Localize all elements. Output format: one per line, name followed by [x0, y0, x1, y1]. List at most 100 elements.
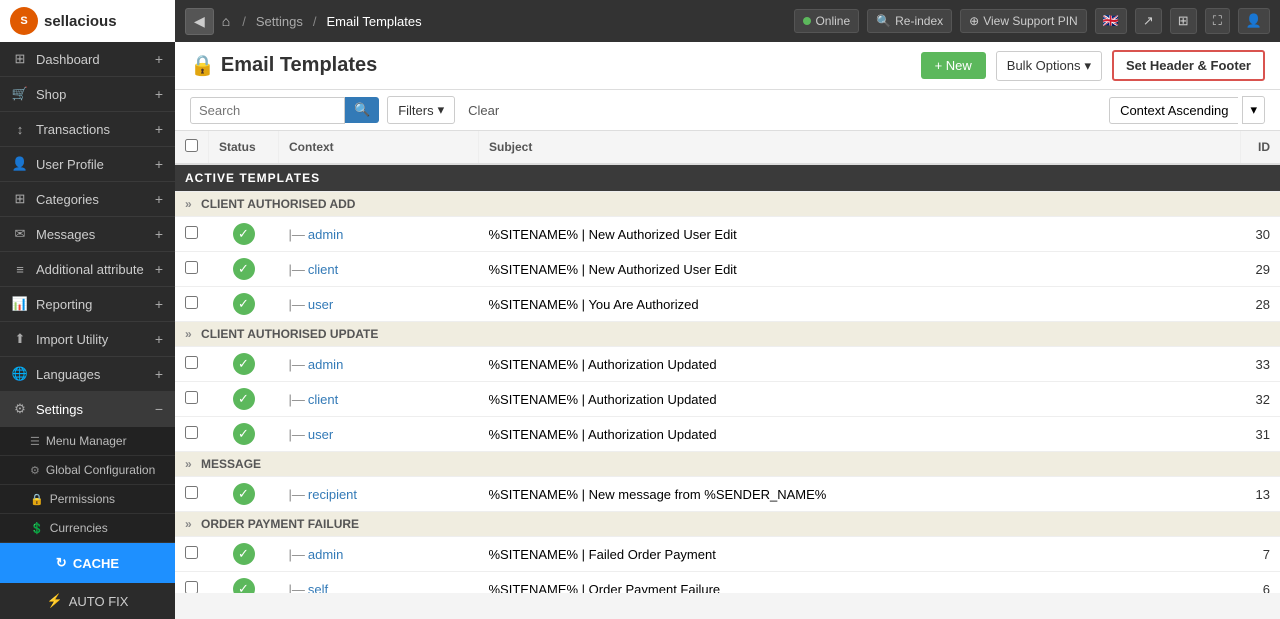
sidebar-item-languages[interactable]: 🌐 Languages +: [0, 357, 175, 392]
status-check: ✓: [233, 543, 255, 565]
row-checkbox[interactable]: [185, 581, 198, 593]
context-link[interactable]: client: [308, 262, 338, 277]
row-checkbox[interactable]: [185, 546, 198, 559]
sidebar: S sellacious ⊞ Dashboard + 🛒 Shop + ↕ Tr…: [0, 0, 175, 593]
status-check: ✓: [233, 578, 255, 593]
import-icon: ⬆: [12, 331, 28, 347]
sidebar-item-transactions[interactable]: ↕ Transactions +: [0, 112, 175, 147]
sort-dropdown: Context Ascending ▾: [1109, 96, 1265, 124]
grid-button[interactable]: ⊞: [1170, 8, 1197, 34]
sidebar-item-import-utility[interactable]: ⬆ Import Utility +: [0, 322, 175, 357]
subject-cell: %SITENAME% | New message from %SENDER_NA…: [479, 477, 1241, 512]
search-button[interactable]: 🔍: [345, 97, 379, 123]
context-link[interactable]: user: [308, 297, 333, 312]
section-label: ORDER PAYMENT FAILURE: [201, 517, 359, 531]
auto-fix-icon: ⚡: [47, 593, 63, 609]
main-content: ◀ ⌂ / Settings / Email Templates Online …: [175, 0, 1280, 593]
status-check: ✓: [233, 388, 255, 410]
clear-button[interactable]: Clear: [463, 98, 504, 123]
section-arrow: »: [185, 197, 192, 211]
reindex-button[interactable]: 🔍 Re-index: [867, 9, 952, 33]
id-cell: 31: [1240, 417, 1280, 452]
filters-caret-icon: ▾: [438, 102, 445, 118]
row-checkbox[interactable]: [185, 391, 198, 404]
expand-icon: +: [155, 226, 163, 242]
sidebar-item-settings[interactable]: ⚙ Settings −: [0, 392, 175, 427]
context-link[interactable]: self: [308, 582, 328, 594]
context-link[interactable]: recipient: [308, 487, 357, 502]
currencies-icon: 💲: [30, 522, 44, 535]
row-checkbox[interactable]: [185, 426, 198, 439]
section-header-client-auth-update[interactable]: » CLIENT AUTHORISED UPDATE: [175, 322, 1280, 347]
sidebar-sub-currencies[interactable]: 💲 Currencies: [0, 514, 175, 543]
section-label: MESSAGE: [201, 457, 261, 471]
row-checkbox[interactable]: [185, 226, 198, 239]
categories-icon: ⊞: [12, 191, 28, 207]
sidebar-item-label: Additional attribute: [36, 262, 144, 277]
context-link[interactable]: user: [308, 427, 333, 442]
table-row: ✓ |—admin %SITENAME% | Authorization Upd…: [175, 347, 1280, 382]
section-header-client-auth-add[interactable]: » CLIENT AUTHORISED ADD: [175, 192, 1280, 217]
sidebar-sub-permissions[interactable]: 🔒 Permissions: [0, 485, 175, 514]
sidebar-item-label: Shop: [36, 87, 66, 102]
section-header-order-payment-failure[interactable]: » ORDER PAYMENT FAILURE: [175, 512, 1280, 537]
search-input[interactable]: [190, 97, 345, 124]
sidebar-sub-menu-manager[interactable]: ☰ Menu Manager: [0, 427, 175, 456]
sidebar-logo: S sellacious: [0, 0, 175, 42]
filters-button[interactable]: Filters ▾: [387, 96, 455, 124]
section-arrow: »: [185, 457, 192, 471]
bulk-options-button[interactable]: Bulk Options ▾: [996, 51, 1102, 81]
select-all-checkbox[interactable]: [185, 139, 198, 152]
user-button[interactable]: 👤: [1238, 8, 1270, 34]
sidebar-item-messages[interactable]: ✉ Messages +: [0, 217, 175, 252]
id-cell: 7: [1240, 537, 1280, 572]
support-pin-button[interactable]: ⊕ View Support PIN: [960, 9, 1087, 33]
table-row: ✓ |—admin %SITENAME% | Failed Order Paym…: [175, 537, 1280, 572]
table-row: ✓ |—admin %SITENAME% | New Authorized Us…: [175, 217, 1280, 252]
fullscreen-button[interactable]: ⛶: [1205, 8, 1230, 34]
row-checkbox[interactable]: [185, 356, 198, 369]
sidebar-item-additional-attribute[interactable]: ≡ Additional attribute +: [0, 252, 175, 287]
flag-button[interactable]: 🇬🇧: [1095, 8, 1127, 34]
section-label: CLIENT AUTHORISED UPDATE: [201, 327, 378, 341]
status-check: ✓: [233, 223, 255, 245]
new-button[interactable]: + New: [921, 52, 986, 79]
row-checkbox[interactable]: [185, 261, 198, 274]
context-link[interactable]: client: [308, 392, 338, 407]
sidebar-item-reporting[interactable]: 📊 Reporting +: [0, 287, 175, 322]
id-cell: 28: [1240, 287, 1280, 322]
row-checkbox[interactable]: [185, 296, 198, 309]
home-button[interactable]: ⌂: [222, 13, 230, 29]
sidebar-item-dashboard[interactable]: ⊞ Dashboard +: [0, 42, 175, 77]
reindex-icon: 🔍: [876, 14, 891, 28]
sort-caret-button[interactable]: ▾: [1242, 96, 1265, 124]
sort-button[interactable]: Context Ascending: [1109, 97, 1238, 124]
table-row: ✓ |—recipient %SITENAME% | New message f…: [175, 477, 1280, 512]
email-templates-table: Status Context Subject ID ACTIVE TEMPLAT…: [175, 131, 1280, 593]
context-link[interactable]: admin: [308, 547, 343, 562]
page-header: 🔒 Email Templates + New Bulk Options ▾ S…: [175, 42, 1280, 90]
table-row: ✓ |—self %SITENAME% | Order Payment Fail…: [175, 572, 1280, 594]
cache-button[interactable]: ↻ CACHE: [0, 543, 175, 583]
subject-cell: %SITENAME% | Authorization Updated: [479, 347, 1241, 382]
languages-icon: 🌐: [12, 366, 28, 382]
auto-fix-button[interactable]: ⚡ AUTO FIX: [0, 583, 175, 619]
breadcrumb-settings[interactable]: Settings: [256, 14, 303, 29]
permissions-icon: 🔒: [30, 493, 44, 506]
context-link[interactable]: admin: [308, 357, 343, 372]
section-header-message[interactable]: » MESSAGE: [175, 452, 1280, 477]
sidebar-sub-global-configuration[interactable]: ⚙ Global Configuration: [0, 456, 175, 485]
sidebar-item-user-profile[interactable]: 👤 User Profile +: [0, 147, 175, 182]
row-checkbox[interactable]: [185, 486, 198, 499]
breadcrumb-email-templates: Email Templates: [326, 14, 421, 29]
expand-icon: +: [155, 296, 163, 312]
sidebar-item-shop[interactable]: 🛒 Shop +: [0, 77, 175, 112]
sidebar-item-categories[interactable]: ⊞ Categories +: [0, 182, 175, 217]
expand-icon: +: [155, 156, 163, 172]
status-check: ✓: [233, 293, 255, 315]
external-link-button[interactable]: ↗: [1135, 8, 1162, 34]
set-header-footer-button[interactable]: Set Header & Footer: [1112, 50, 1265, 81]
context-link[interactable]: admin: [308, 227, 343, 242]
back-button[interactable]: ◀: [185, 8, 214, 35]
sub-item-label: Currencies: [50, 521, 108, 535]
